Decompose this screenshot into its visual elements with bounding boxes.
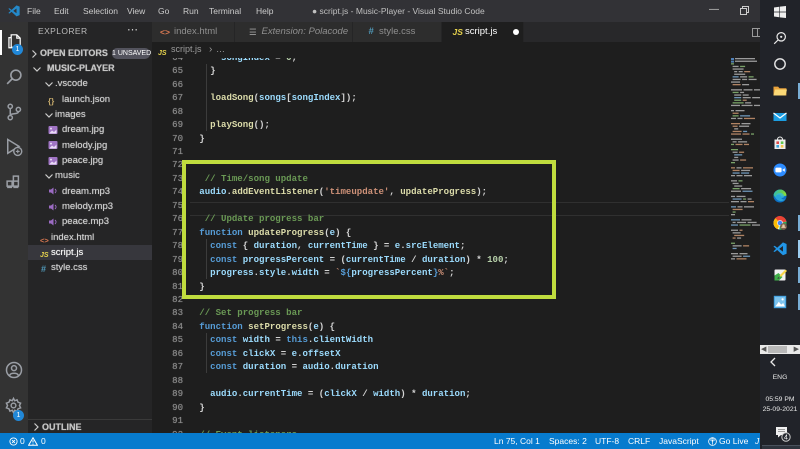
- svg-text:4: 4: [784, 435, 788, 442]
